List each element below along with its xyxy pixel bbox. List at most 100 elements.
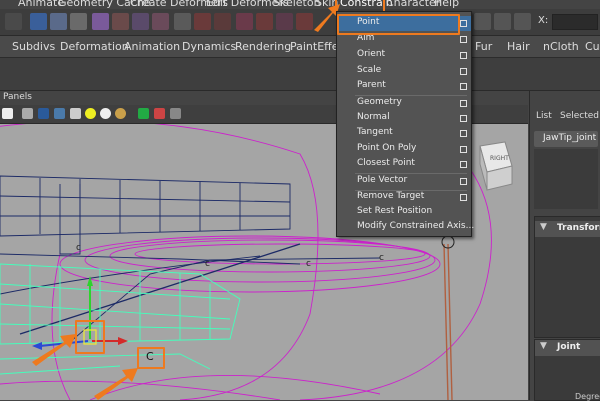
tab-selected[interactable]: Selected bbox=[560, 111, 599, 121]
shelf-area bbox=[0, 58, 600, 91]
wire-cube-icon[interactable] bbox=[54, 108, 65, 119]
tab-list[interactable]: List bbox=[536, 111, 552, 121]
texture-icon[interactable] bbox=[70, 108, 81, 119]
selection-mode-icon[interactable] bbox=[5, 13, 22, 30]
option-box-icon[interactable] bbox=[460, 115, 467, 122]
transform-section-header[interactable]: ▼ Transform bbox=[535, 221, 600, 237]
menu-item-closest-point[interactable]: Closest Point bbox=[337, 157, 471, 172]
text-icon[interactable] bbox=[2, 108, 13, 119]
hypershade-icon[interactable] bbox=[494, 13, 511, 30]
joint-attributes-frame: ▼ Joint Degrees bbox=[534, 339, 600, 401]
joint-section-header[interactable]: ▼ Joint bbox=[535, 340, 600, 356]
tab-rendering[interactable]: Rendering bbox=[235, 40, 291, 53]
attribute-editor-panel: List Selected JawTip_joint ▼ Transform ▼… bbox=[529, 91, 600, 401]
node-tab-label: JawTip_joint bbox=[543, 133, 597, 143]
menu-character[interactable]: Character bbox=[386, 0, 440, 9]
snap-to-view-icon[interactable] bbox=[296, 13, 313, 30]
menu-item-set-rest-position[interactable]: Set Rest Position bbox=[337, 205, 471, 220]
neck-joint-chain bbox=[447, 243, 453, 400]
locator-label: c bbox=[306, 259, 311, 269]
tab-ncloth[interactable]: nCloth bbox=[543, 40, 579, 53]
tab-fur[interactable]: Fur bbox=[475, 40, 492, 53]
render-icon[interactable] bbox=[112, 13, 129, 30]
panels-menu[interactable]: Panels bbox=[3, 92, 32, 102]
option-box-icon[interactable] bbox=[460, 161, 467, 168]
option-box-icon[interactable] bbox=[460, 178, 467, 185]
view-cube[interactable]: RIGHT bbox=[479, 141, 513, 191]
magnet-icon[interactable] bbox=[236, 13, 253, 30]
menu-item-tangent[interactable]: Tangent bbox=[337, 126, 471, 141]
tab-custom[interactable]: Cust bbox=[585, 40, 600, 53]
xray-icon[interactable] bbox=[154, 108, 165, 119]
status-toolbar: X: bbox=[0, 9, 600, 36]
xray-joints-icon[interactable] bbox=[170, 108, 181, 119]
transform-attributes-frame: ▼ Transform bbox=[534, 216, 600, 338]
option-box-icon[interactable] bbox=[460, 130, 467, 137]
lock-icon[interactable] bbox=[514, 13, 531, 30]
x-field-label: X: bbox=[538, 15, 549, 26]
option-box-icon[interactable] bbox=[460, 146, 467, 153]
grid-icon[interactable] bbox=[22, 108, 33, 119]
menu-item-remove-target[interactable]: Remove Target bbox=[337, 190, 471, 205]
wire-box-top bbox=[0, 175, 291, 237]
select-hierarchy-icon[interactable] bbox=[174, 13, 191, 30]
menu-bar: Animate Geometry Cache Create Deformers … bbox=[0, 0, 600, 9]
highlight-box-point-item bbox=[337, 14, 460, 35]
snap-point-icon[interactable] bbox=[70, 13, 87, 30]
menu-item-normal[interactable]: Normal bbox=[337, 111, 471, 126]
isolate-icon[interactable] bbox=[138, 108, 149, 119]
option-box-icon[interactable] bbox=[460, 36, 467, 43]
shadow-icon[interactable] bbox=[100, 108, 111, 119]
light-icon[interactable] bbox=[85, 108, 96, 119]
tab-hair[interactable]: Hair bbox=[507, 40, 530, 53]
menu-item-scale[interactable]: Scale bbox=[337, 64, 471, 79]
tab-animation[interactable]: Animation bbox=[124, 40, 180, 53]
menu-item-point-on-poly[interactable]: Point On Poly bbox=[337, 142, 471, 157]
node-view-area bbox=[534, 149, 598, 209]
option-box-icon[interactable] bbox=[460, 20, 467, 27]
snap-grid-icon[interactable] bbox=[30, 13, 47, 30]
history-icon[interactable] bbox=[92, 13, 109, 30]
view-cube-label: RIGHT bbox=[490, 155, 509, 162]
joint-section-label: Joint bbox=[557, 342, 581, 352]
option-box-icon[interactable] bbox=[460, 194, 467, 201]
menu-item-geometry[interactable]: Geometry bbox=[337, 96, 471, 111]
cube-icon[interactable] bbox=[38, 108, 49, 119]
render-view-icon[interactable] bbox=[474, 13, 491, 30]
menu-item-pole-vector[interactable]: Pole Vector bbox=[337, 174, 471, 189]
option-box-icon[interactable] bbox=[460, 100, 467, 107]
snap-curve-icon[interactable] bbox=[50, 13, 67, 30]
snap-to-point-icon[interactable] bbox=[276, 13, 293, 30]
x-axis-arrow-icon bbox=[118, 337, 128, 345]
tab-dynamics[interactable]: Dynamics bbox=[182, 40, 236, 53]
menu-help[interactable]: Help bbox=[434, 0, 459, 9]
ipr-render-icon[interactable] bbox=[132, 13, 149, 30]
constrain-dropdown-menu: Point Aim Orient Scale Parent Geometry N… bbox=[336, 11, 474, 237]
option-box-icon[interactable] bbox=[460, 52, 467, 59]
shelf-tabs: Subdivs Deformation Animation Dynamics R… bbox=[0, 36, 600, 58]
x-coordinate-input[interactable] bbox=[552, 14, 598, 30]
locator-label: c bbox=[379, 253, 384, 263]
menu-item-orient[interactable]: Orient bbox=[337, 48, 471, 63]
node-tab[interactable]: JawTip_joint bbox=[534, 131, 598, 147]
option-box-icon[interactable] bbox=[460, 83, 467, 90]
snap-to-curve-icon[interactable] bbox=[256, 13, 273, 30]
select-object-icon[interactable] bbox=[194, 13, 211, 30]
locator-label: c bbox=[205, 259, 210, 269]
arrow-pointer-icon bbox=[94, 368, 138, 400]
menu-item-modify-constrained-axis[interactable]: Modify Constrained Axis... bbox=[337, 220, 474, 235]
joint-bone-line bbox=[19, 243, 301, 335]
tab-subdivs[interactable]: Subdivs bbox=[12, 40, 55, 53]
expand-triangle-icon: ▼ bbox=[540, 222, 547, 232]
expand-triangle-icon: ▼ bbox=[540, 341, 547, 351]
ao-icon[interactable] bbox=[115, 108, 126, 119]
locator-label: c bbox=[76, 243, 81, 253]
select-component-icon[interactable] bbox=[214, 13, 231, 30]
menu-item-parent[interactable]: Parent bbox=[337, 79, 471, 94]
render-settings-icon[interactable] bbox=[152, 13, 169, 30]
arrow-pointer-icon bbox=[32, 334, 76, 366]
highlight-label: C bbox=[146, 350, 154, 363]
tab-deformation[interactable]: Deformation bbox=[60, 40, 129, 53]
transform-section-label: Transform bbox=[557, 223, 600, 233]
option-box-icon[interactable] bbox=[460, 68, 467, 75]
